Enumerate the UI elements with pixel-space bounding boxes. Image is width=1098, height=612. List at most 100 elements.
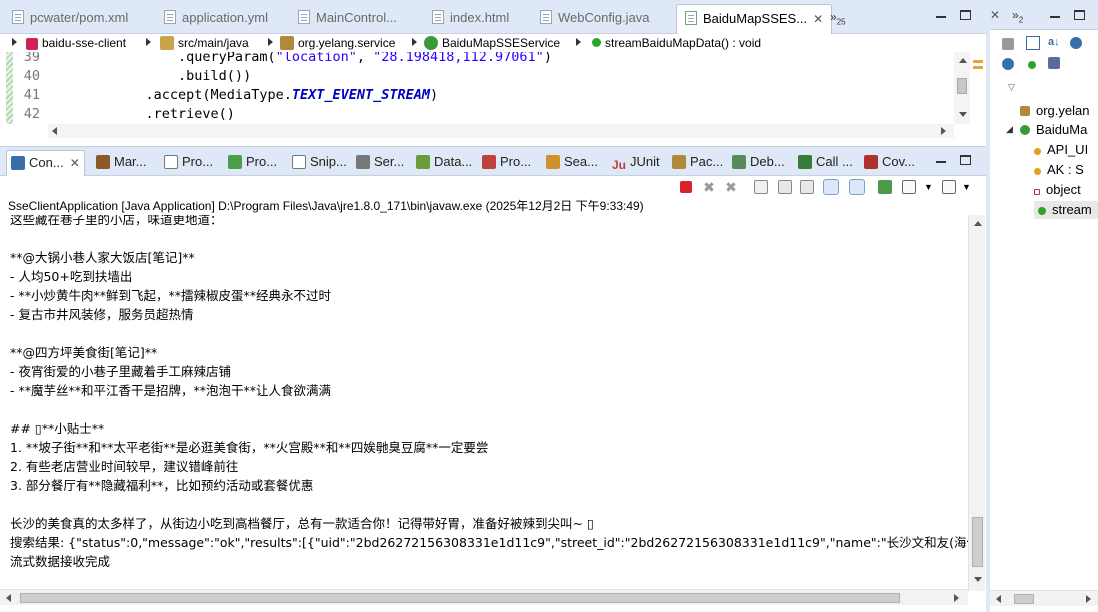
hide-static-icon[interactable] [1002,58,1014,70]
warning-marker[interactable] [973,66,983,69]
scrollbar-thumb[interactable] [957,78,967,94]
display-console-icon[interactable] [902,180,916,194]
editor-vertical-scrollbar[interactable] [954,52,970,124]
scrollbar-thumb[interactable] [20,593,900,603]
overview-ruler[interactable] [970,52,986,124]
hide-non-public-icon[interactable] [1028,61,1036,69]
console-output[interactable]: 这些藏在巷子里的小店，味道更地道： **@大锅小巷人家大饭店[笔记]** - 人… [0,215,968,589]
scrollbar-thumb[interactable] [972,517,983,567]
editor-tab-baidumapsse[interactable]: BaiduMapSSES... ✕ [676,4,833,34]
chevron-down-icon[interactable]: ▼ [962,180,976,194]
search-icon [546,155,560,169]
editor-tab-index-html[interactable]: index.html [432,6,509,30]
scroll-down-arrow-icon[interactable] [959,112,967,117]
tab-snippets[interactable]: Snip... [292,153,347,171]
maximize-icon[interactable] [1074,10,1085,20]
remove-launch-icon[interactable]: ✖ [702,180,716,194]
tab-coverage[interactable]: Cov... [864,153,915,171]
tab-overflow-indicator[interactable]: »2 [1012,8,1023,24]
process-label: SseClientApplication [Java Application] … [8,199,644,213]
pin-console-icon[interactable] [878,180,892,194]
scroll-lock-icon[interactable] [778,180,792,194]
hide-local-types-icon[interactable] [1048,57,1060,69]
scroll-left-arrow-icon[interactable] [996,595,1001,603]
public-method-icon [592,38,601,47]
problems-icon [482,155,496,169]
console-horizontal-scrollbar[interactable] [0,589,968,605]
collapse-all-icon[interactable] [1002,38,1014,50]
tab-properties[interactable]: Pro... [164,153,213,171]
console-vertical-scrollbar[interactable] [968,215,985,591]
minimize-icon[interactable] [936,155,948,167]
static-final-field-icon [1034,148,1041,155]
minimize-icon[interactable] [936,10,948,22]
close-icon[interactable]: ✕ [70,156,80,170]
warning-marker[interactable] [973,60,983,63]
outline-item-field-api-url[interactable]: API_UI [1034,141,1088,159]
show-console-on-error-icon[interactable] [849,179,865,195]
clear-console-icon[interactable] [754,180,768,194]
outline-item-field-object[interactable]: object [1034,181,1081,199]
maximize-icon[interactable] [960,155,971,165]
tab-progress[interactable]: Pro... [228,153,277,171]
scroll-right-arrow-icon[interactable] [1086,595,1091,603]
outline-horizontal-scrollbar[interactable] [990,590,1098,606]
show-console-on-output-icon[interactable] [823,179,839,195]
call-hierarchy-icon [798,155,812,169]
breadcrumb: baidu-sse-client src/main/java org.yelan… [0,34,986,52]
scroll-up-arrow-icon[interactable] [974,221,982,226]
line-number: 39 [23,52,40,65]
scroll-left-arrow-icon[interactable] [6,594,11,602]
outline-item-method-stream[interactable]: stream [1034,201,1098,219]
tab-console[interactable]: Con... ✕ [6,150,85,176]
chevron-down-icon[interactable]: ▼ [924,180,938,194]
tab-package-explorer[interactable]: Pac... [672,153,723,171]
link-with-editor-icon[interactable] [1026,36,1040,50]
editor-tab-webconfig[interactable]: WebConfig.java [540,6,650,30]
scroll-left-arrow-icon[interactable] [52,127,57,135]
tab-servers[interactable]: Ser... [356,153,404,171]
sort-icon[interactable]: a↓ [1048,36,1060,48]
editor-tab-pom[interactable]: pcwater/pom.xml [12,6,128,30]
tab-debug[interactable]: Deb... [732,153,785,171]
maximize-icon[interactable] [960,10,971,20]
tab-markers[interactable]: Mar... [96,153,147,171]
expand-toggle-icon[interactable]: ◢ [1006,124,1013,135]
terminate-icon[interactable] [680,181,692,193]
close-icon[interactable]: ✕ [813,12,823,26]
tab-junit[interactable]: Ju JUnit [612,153,660,172]
editor-tab-maincontrol[interactable]: MainControl... [298,6,397,30]
remove-all-terminated-icon[interactable]: ✖ [724,180,738,194]
tab-call-hierarchy[interactable]: Call ... [798,153,853,171]
minimize-icon[interactable] [1050,10,1062,22]
outline-item-class[interactable]: BaiduMa [1020,121,1087,139]
servers-icon [356,155,370,169]
open-console-icon[interactable] [942,180,956,194]
chevron-down-icon[interactable]: ▽ [1008,82,1015,93]
tab-search[interactable]: Sea... [546,153,598,171]
chevron-right-icon [12,38,17,46]
outline-item-package[interactable]: org.yelan [1020,102,1089,120]
scroll-right-arrow-icon[interactable] [954,594,959,602]
hide-fields-icon[interactable] [1070,37,1082,49]
scroll-right-arrow-icon[interactable] [941,127,946,135]
breadcrumb-source-folder[interactable]: src/main/java [160,35,249,51]
console-line: 这些藏在巷子里的小店，味道更地道： [10,215,223,227]
tab-data-source[interactable]: Data... [416,153,472,171]
outline-item-field-ak[interactable]: AK : S [1034,161,1084,179]
breadcrumb-project[interactable]: baidu-sse-client [26,35,126,51]
tab-problems[interactable]: Pro... [482,153,531,171]
scroll-up-arrow-icon[interactable] [959,58,967,63]
breadcrumb-class[interactable]: BaiduMapSSEService [424,35,560,51]
word-wrap-icon[interactable] [800,180,814,194]
breadcrumb-package[interactable]: org.yelang.service [280,35,395,51]
code-editor[interactable]: 39 .queryParam("location", "28.198418,11… [0,52,986,124]
scrollbar-thumb[interactable] [1014,594,1034,604]
breadcrumb-method[interactable]: streamBaiduMapData() : void [592,35,761,51]
tab-overflow-indicator[interactable]: »25 [830,10,846,26]
editor-tab-application-yml[interactable]: application.yml [164,6,268,30]
close-icon[interactable]: ✕ [990,8,1000,22]
editor-horizontal-scrollbar[interactable] [48,124,954,138]
scroll-down-arrow-icon[interactable] [974,577,982,582]
html-file-icon [432,10,444,24]
